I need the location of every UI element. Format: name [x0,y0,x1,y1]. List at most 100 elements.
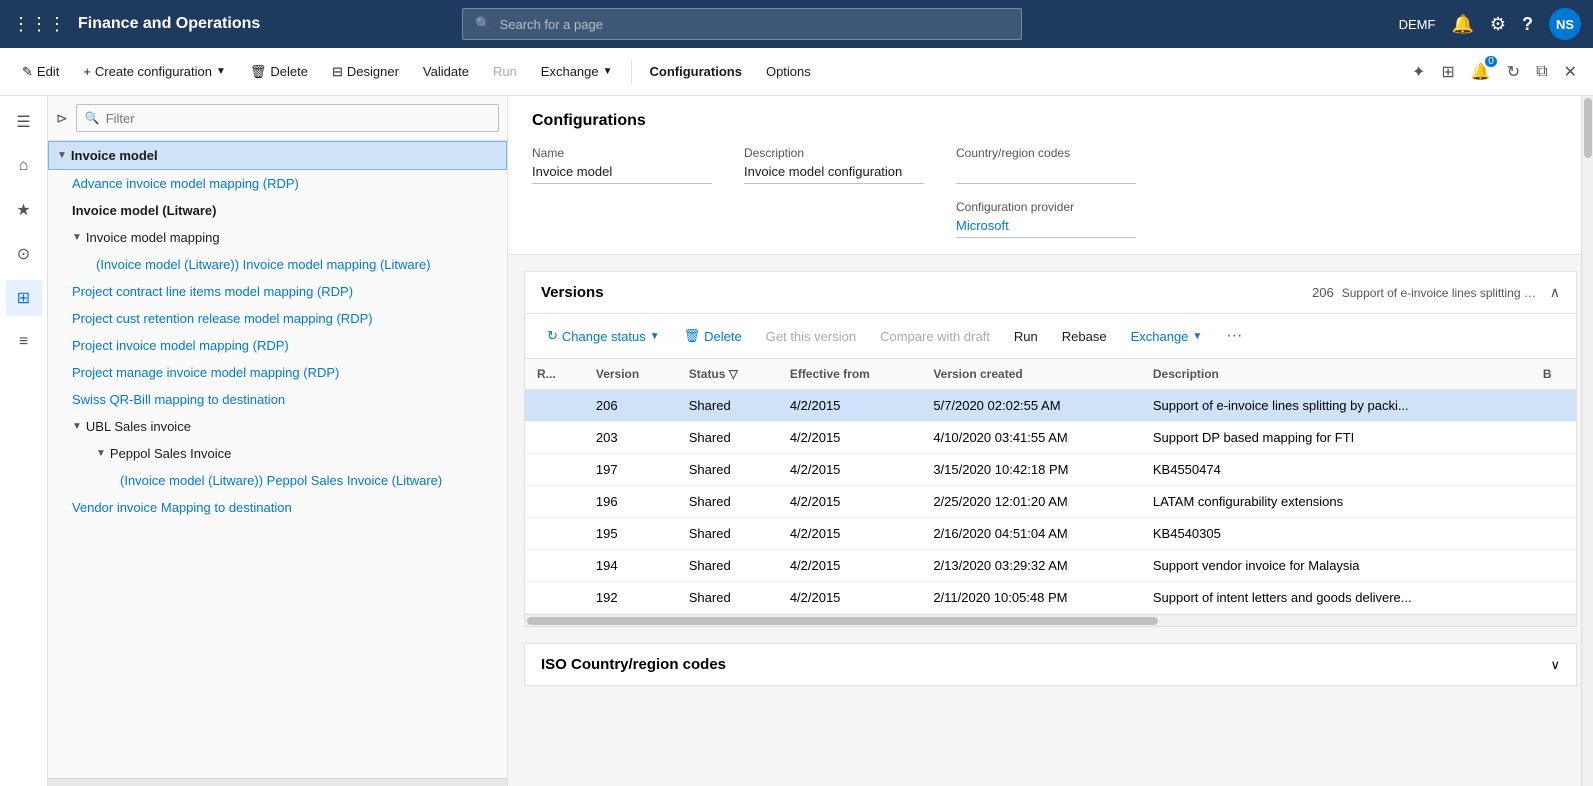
cell-2-2: Shared [677,454,778,486]
table-row-2[interactable]: 197Shared4/2/20153/15/2020 10:42:18 PMKB… [525,454,1576,486]
provider-value[interactable]: Microsoft [956,218,1136,238]
table-row-6[interactable]: 192Shared4/2/20152/11/2020 10:05:48 PMSu… [525,582,1576,614]
restore-icon[interactable]: ⧉ [1532,59,1551,85]
cell-2-4: 3/15/2020 10:42:18 PM [921,454,1141,486]
sidebar-menu-icon[interactable]: ☰ [6,104,42,140]
configurations-tab[interactable]: Configurations [640,58,752,85]
name-field: Name Invoice model [532,146,712,238]
panel-icon[interactable]: ⊞ [1437,58,1458,86]
col-header-4[interactable]: Version created [921,359,1141,390]
table-row-3[interactable]: 196Shared4/2/20152/25/2020 12:01:20 AMLA… [525,486,1576,518]
more-button[interactable]: ··· [1216,322,1252,350]
versions-trash-icon: 🗑 [684,328,701,344]
cell-6-2: Shared [677,582,778,614]
versions-run-button[interactable]: Run [1004,324,1048,349]
exchange-button[interactable]: Exchange ▼ [531,58,623,85]
tree-item-5[interactable]: Project contract line items model mappin… [48,278,507,305]
tree-item-1[interactable]: Advance invoice model mapping (RDP) [48,170,507,197]
bell-icon[interactable]: 🔔 [1451,14,1473,35]
sidebar-home-icon[interactable]: ⌂ [6,148,42,184]
tree-item-10[interactable]: ▼UBL Sales invoice [48,413,507,440]
cell-0-6 [1531,390,1576,422]
versions-count: 206 [1312,285,1334,300]
get-version-button[interactable]: Get this version [756,324,866,349]
iso-collapse-icon[interactable]: ∨ [1550,657,1560,673]
edit-button[interactable]: ✎ Edit [12,58,69,86]
versions-title: Versions [541,284,604,301]
cell-5-5: Support vendor invoice for Malaysia [1141,550,1531,582]
validate-button[interactable]: Validate [413,58,479,85]
table-row-0[interactable]: 206Shared4/2/20155/7/2020 02:02:55 AMSup… [525,390,1576,422]
sidebar-star-icon[interactable]: ★ [6,192,42,228]
designer-button[interactable]: ⊟ Designer [322,58,409,86]
help-icon[interactable]: ? [1522,14,1533,35]
tree-item-7[interactable]: Project invoice model mapping (RDP) [48,332,507,359]
horizontal-scrollbar[interactable] [525,614,1576,626]
user-label: DEMF [1399,17,1436,32]
run-button[interactable]: Run [483,58,527,85]
search-input[interactable] [500,17,1010,32]
gear-icon[interactable]: ⚙ [1490,14,1506,35]
tree-item-12[interactable]: (Invoice model (Litware)) Peppol Sales I… [48,467,507,494]
table-row-5[interactable]: 194Shared4/2/20152/13/2020 03:29:32 AMSu… [525,550,1576,582]
versions-collapse-icon[interactable]: ∧ [1550,284,1560,301]
cell-5-0 [525,550,584,582]
cell-6-6 [1531,582,1576,614]
filter-input-wrapper[interactable]: 🔍 [76,104,499,132]
sidebar-table-icon[interactable]: ⊞ [6,280,42,316]
create-config-button[interactable]: + Create configuration ▼ [73,58,236,85]
cell-3-1: 196 [584,486,677,518]
sparkle-icon[interactable]: ✦ [1408,58,1429,86]
compare-draft-button[interactable]: Compare with draft [870,324,1000,349]
filter-icon[interactable]: ⊳ [56,110,68,127]
search-bar[interactable]: 🔍 [462,8,1022,40]
tree-item-13[interactable]: Vendor invoice Mapping to destination [48,494,507,521]
cell-3-3: 4/2/2015 [778,486,922,518]
cell-3-0 [525,486,584,518]
col-header-1[interactable]: Version [584,359,677,390]
cell-4-6 [1531,518,1576,550]
tree-item-9[interactable]: Swiss QR-Bill mapping to destination [48,386,507,413]
rebase-button[interactable]: Rebase [1052,324,1117,349]
sidebar-list-icon[interactable]: ≡ [6,324,42,360]
delete-button[interactable]: 🗑 Delete [240,58,318,86]
cell-4-5: KB4540305 [1141,518,1531,550]
table-row-1[interactable]: 203Shared4/2/20154/10/2020 03:41:55 AMSu… [525,422,1576,454]
tree-item-6[interactable]: Project cust retention release model map… [48,305,507,332]
tree-item-2[interactable]: Invoice model (Litware) [48,197,507,224]
tree-item-0[interactable]: ▼Invoice model [48,141,507,170]
versions-delete-button[interactable]: 🗑 Delete [674,323,752,349]
tree-item-label-6: Project cust retention release model map… [72,311,373,326]
versions-toolbar: ↻ Change status ▼ 🗑 Delete Get this vers… [525,314,1576,359]
avatar[interactable]: NS [1549,8,1581,40]
notification-badge[interactable]: 🔔0 [1467,58,1495,86]
options-tab[interactable]: Options [756,58,821,85]
cmd-right-icons: ✦ ⊞ 🔔0 ↻ ⧉ ✕ [1408,58,1581,86]
cell-3-2: Shared [677,486,778,518]
filter-input[interactable] [106,111,490,126]
grid-icon[interactable]: ⋮⋮⋮ [12,14,66,35]
cell-1-3: 4/2/2015 [778,422,922,454]
col-header-6[interactable]: B [1531,359,1576,390]
chevron-down-icon: ▼ [216,66,226,77]
refresh-icon[interactable]: ↻ [1503,58,1524,86]
tree-chevron-0: ▼ [57,150,67,161]
col-header-2[interactable]: Status ▽ [677,359,778,390]
tree-item-11[interactable]: ▼Peppol Sales Invoice [48,440,507,467]
tree-item-8[interactable]: Project manage invoice model mapping (RD… [48,359,507,386]
close-icon[interactable]: ✕ [1560,58,1581,86]
col-header-3[interactable]: Effective from [778,359,922,390]
vertical-scrollbar[interactable] [1581,96,1593,786]
tree-item-3[interactable]: ▼Invoice model mapping [48,224,507,251]
col-header-5[interactable]: Description [1141,359,1531,390]
sidebar-clock-icon[interactable]: ⊙ [6,236,42,272]
tree-item-4[interactable]: (Invoice model (Litware)) Invoice model … [48,251,507,278]
table-row-4[interactable]: 195Shared4/2/20152/16/2020 04:51:04 AMKB… [525,518,1576,550]
change-status-button[interactable]: ↻ Change status ▼ [537,323,670,349]
versions-exchange-button[interactable]: Exchange ▼ [1121,324,1213,349]
tree-scrollbar[interactable] [48,778,507,786]
cell-4-4: 2/16/2020 04:51:04 AM [921,518,1141,550]
col-header-0[interactable]: R... [525,359,584,390]
tree-item-label-7: Project invoice model mapping (RDP) [72,338,289,353]
cell-5-6 [1531,550,1576,582]
